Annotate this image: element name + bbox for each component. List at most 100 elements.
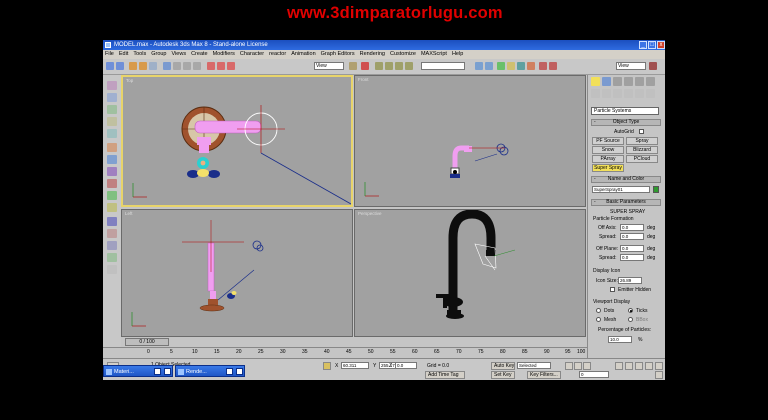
schematic-view-icon[interactable] [517,62,525,70]
select-move-icon[interactable] [207,62,215,70]
emitter-hidden-checkbox[interactable] [610,287,615,292]
pf-source-button[interactable]: PF Source [592,137,624,145]
close-icon[interactable] [236,368,243,375]
shapes-icon[interactable] [602,89,611,98]
menu-group[interactable]: Group [151,51,166,57]
pivot-center-icon[interactable] [349,62,357,70]
previous-frame-icon[interactable] [574,362,582,370]
geometry-icon[interactable] [591,89,600,98]
mirror-icon[interactable] [475,62,483,70]
viewport-left[interactable]: Left [121,209,353,337]
key-filters-button[interactable]: Key Filters... [527,371,561,379]
undo-icon[interactable] [106,62,114,70]
light-icon[interactable] [107,93,117,102]
basic-parameters-rollout-header[interactable]: - Basic Parameters [591,199,661,206]
menu-reactor[interactable]: reactor [269,51,286,57]
angle-snap-icon[interactable] [385,62,393,70]
helper-icon[interactable] [107,117,117,126]
select-rotate-icon[interactable] [217,62,225,70]
maximize-viewport-icon[interactable] [655,371,663,379]
blizzard-button[interactable]: Blizzard [626,146,658,154]
x-coordinate-field[interactable]: 60.311 [341,362,369,369]
auto-key-button[interactable]: Auto Key [491,362,515,370]
track-bar[interactable]: 0 5 10 15 20 25 30 35 40 45 50 55 60 65 … [103,347,587,358]
place-highlight-icon[interactable] [107,241,117,250]
curve-editor-icon[interactable] [507,62,515,70]
dots-radio[interactable] [596,308,601,313]
name-color-rollout-header[interactable]: - Name and Color [591,176,661,183]
lights-icon[interactable] [613,89,622,98]
autogrid-checkbox[interactable] [639,129,644,134]
spray-button[interactable]: Spray [626,137,658,145]
menu-maxscript[interactable]: MAXScript [421,51,447,57]
close-icon[interactable] [164,368,171,375]
taskbar-render-window[interactable]: Rende... [175,365,245,377]
named-selection-dropdown[interactable] [421,62,465,70]
minimize-button[interactable]: _ [639,41,647,49]
modify-tab-icon[interactable] [602,77,611,86]
utilities-tab-icon[interactable] [646,77,655,86]
viewport-perspective[interactable]: Perspective [354,209,586,337]
redo-icon[interactable] [116,62,124,70]
freeze-icon[interactable] [107,167,117,176]
snapshot-icon[interactable] [107,203,117,212]
title-bar[interactable]: MODEL.max - Autodesk 3ds Max 8 - Stand-a… [103,40,665,50]
arc-rotate-icon[interactable] [655,362,663,370]
parray-button[interactable]: PArray [592,155,624,163]
camera-icon[interactable] [107,105,117,114]
spread-spinner[interactable]: 0.0 [620,254,644,261]
spread-spinner[interactable]: 0.0 [620,233,644,240]
menu-rendering[interactable]: Rendering [360,51,385,57]
spacing-tool-icon[interactable] [107,217,117,226]
menu-file[interactable]: File [105,51,114,57]
cameras-icon[interactable] [624,89,633,98]
lock-selection-icon[interactable] [323,362,331,370]
menu-modifiers[interactable]: Modifiers [213,51,235,57]
snow-button[interactable]: Snow [592,146,624,154]
menu-customize[interactable]: Customize [390,51,416,57]
window-crossing-icon[interactable] [193,62,201,70]
close-button[interactable]: x [657,41,665,49]
menu-graph-editors[interactable]: Graph Editors [321,51,355,57]
z-coordinate-field[interactable]: 0.0 [395,362,417,369]
restore-icon[interactable] [226,368,233,375]
select-manipulate-icon[interactable] [361,62,369,70]
spinner-snap-icon[interactable] [405,62,413,70]
super-spray-button[interactable]: Super Spray [592,164,624,172]
align-view-icon[interactable] [107,265,117,274]
link-icon[interactable] [129,62,137,70]
play-icon[interactable] [583,362,591,370]
percent-snap-icon[interactable] [395,62,403,70]
render-last-icon[interactable] [649,62,657,70]
percentage-spinner[interactable]: 10.0 [608,336,632,343]
zoom-all-icon[interactable] [625,362,633,370]
select-scale-icon[interactable] [227,62,235,70]
key-mode-dropdown[interactable]: Selected [517,362,551,369]
menu-help[interactable]: Help [452,51,463,57]
menu-animation[interactable]: Animation [291,51,315,57]
reference-coordinate-dropdown[interactable]: View [314,62,344,70]
restore-icon[interactable] [154,368,161,375]
helpers-icon[interactable] [635,89,644,98]
viewport-front[interactable]: Front [354,75,586,207]
object-name-field[interactable]: SuperSpray01 [592,186,650,193]
align-icon[interactable] [485,62,493,70]
set-key-button[interactable]: Set Key [491,371,515,379]
bbox-radio[interactable] [628,317,633,322]
mesh-radio[interactable] [596,317,601,322]
ticks-radio[interactable] [628,308,633,313]
align-camera-icon[interactable] [107,253,117,262]
mirror-tool-icon[interactable] [107,179,117,188]
menu-character[interactable]: Character [240,51,264,57]
current-frame-field[interactable]: 0 [579,371,609,378]
quick-render-icon[interactable] [549,62,557,70]
isolate-icon[interactable] [107,143,117,152]
icon-size-spinner[interactable]: 26.89 [618,277,642,284]
rectangle-selection-icon[interactable] [183,62,191,70]
systems-icon[interactable] [646,89,655,98]
menu-edit[interactable]: Edit [119,51,128,57]
render-type-dropdown[interactable]: View [616,62,646,70]
object-color-swatch[interactable] [653,186,659,193]
spacewarp-icon[interactable] [107,129,117,138]
zoom-extents-icon[interactable] [635,362,643,370]
